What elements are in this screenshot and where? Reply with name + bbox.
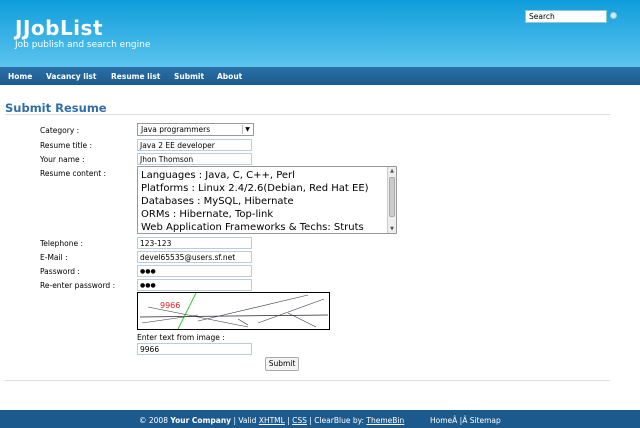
resume-content-textarea[interactable]: Languages : Java, C, C++, Perl Platforms… (137, 166, 397, 234)
category-selected-value: Java programmers (141, 125, 211, 134)
page-title: Submit Resume (5, 101, 107, 115)
textarea-scrollbar[interactable]: ▲ ▼ (387, 167, 396, 233)
footer-sitemap-link[interactable]: |Â Sitemap (460, 416, 501, 425)
password-input[interactable]: ●●● (137, 265, 252, 277)
scroll-up-icon[interactable]: ▲ (388, 167, 396, 175)
main-nav: Home Vacancy list Resume list Submit Abo… (0, 67, 640, 85)
footer: © 2008 Your Company | Valid XHTML | CSS … (0, 410, 640, 428)
footer-css-link[interactable]: CSS (292, 416, 307, 425)
search-go-icon[interactable] (610, 12, 617, 19)
bottom-divider (5, 380, 610, 381)
site-subtitle: Job publish and search engine (15, 40, 151, 50)
content-line: ORMs : Hibernate, Top-link (141, 209, 274, 220)
captcha-noise (139, 293, 329, 329)
captcha-input[interactable]: 9966 (137, 343, 252, 355)
footer-xhtml-link[interactable]: XHTML (259, 416, 285, 425)
content-line: Web Application Frameworks & Techs: Stru… (141, 222, 364, 233)
header: JJobList Job publish and search engine S… (0, 0, 640, 67)
name-label: Your name : (40, 155, 85, 164)
telephone-label: Telephone : (40, 239, 84, 248)
nav-home[interactable]: Home (8, 72, 32, 81)
footer-valid: | Valid (233, 416, 257, 425)
nav-about[interactable]: About (217, 72, 242, 81)
repassword-label: Re-enter password : (40, 281, 116, 290)
footer-clearblue: | ClearBlue by: (309, 416, 364, 425)
footer-sep: | (287, 416, 290, 425)
resume-title-label: Resume title : (40, 141, 93, 150)
footer-credits: © 2008 Your Company | Valid XHTML | CSS … (139, 416, 404, 425)
category-label: Category : (40, 126, 80, 135)
email-label: E-Mail : (40, 253, 68, 262)
content-line: Databases : MySQL, Hibernate (141, 196, 294, 207)
resume-content-label: Resume content : (40, 169, 107, 178)
search-input[interactable]: Search (525, 10, 607, 23)
password-label: Password : (40, 267, 80, 276)
resume-title-input[interactable]: Java 2 EE developer (137, 139, 252, 151)
nav-submit[interactable]: Submit (174, 72, 204, 81)
scroll-thumb[interactable] (389, 177, 395, 217)
telephone-input[interactable]: 123-123 (137, 237, 252, 249)
nav-vacancy-list[interactable]: Vacancy list (46, 72, 96, 81)
footer-company: Your Company (170, 416, 232, 425)
scroll-down-icon[interactable]: ▼ (388, 225, 396, 233)
category-select[interactable]: Java programmers ▼ (137, 123, 254, 136)
name-input[interactable]: Jhon Thomson (137, 153, 252, 165)
footer-links: HomeÂ |Â Sitemap (430, 416, 501, 425)
footer-themebin-link[interactable]: ThemeBin (366, 416, 404, 425)
repassword-input[interactable]: ●●● (137, 279, 252, 291)
title-divider (5, 114, 610, 115)
content-line: Platforms : Linux 2.4/2.6(Debian, Red Ha… (141, 183, 369, 194)
submit-button[interactable]: Submit (265, 357, 299, 371)
captcha-image: 9966 (137, 292, 330, 330)
captcha-prompt: Enter text from image : (137, 333, 225, 342)
footer-home-link[interactable]: HomeÂ (430, 416, 457, 425)
nav-resume-list[interactable]: Resume list (111, 72, 160, 81)
email-input[interactable]: devel65535@users.sf.net (137, 251, 252, 263)
footer-copyright: © 2008 (139, 416, 168, 425)
content-line: Languages : Java, C, C++, Perl (141, 170, 295, 181)
chevron-down-icon: ▼ (242, 125, 252, 134)
site-title[interactable]: JJobList (15, 16, 103, 40)
